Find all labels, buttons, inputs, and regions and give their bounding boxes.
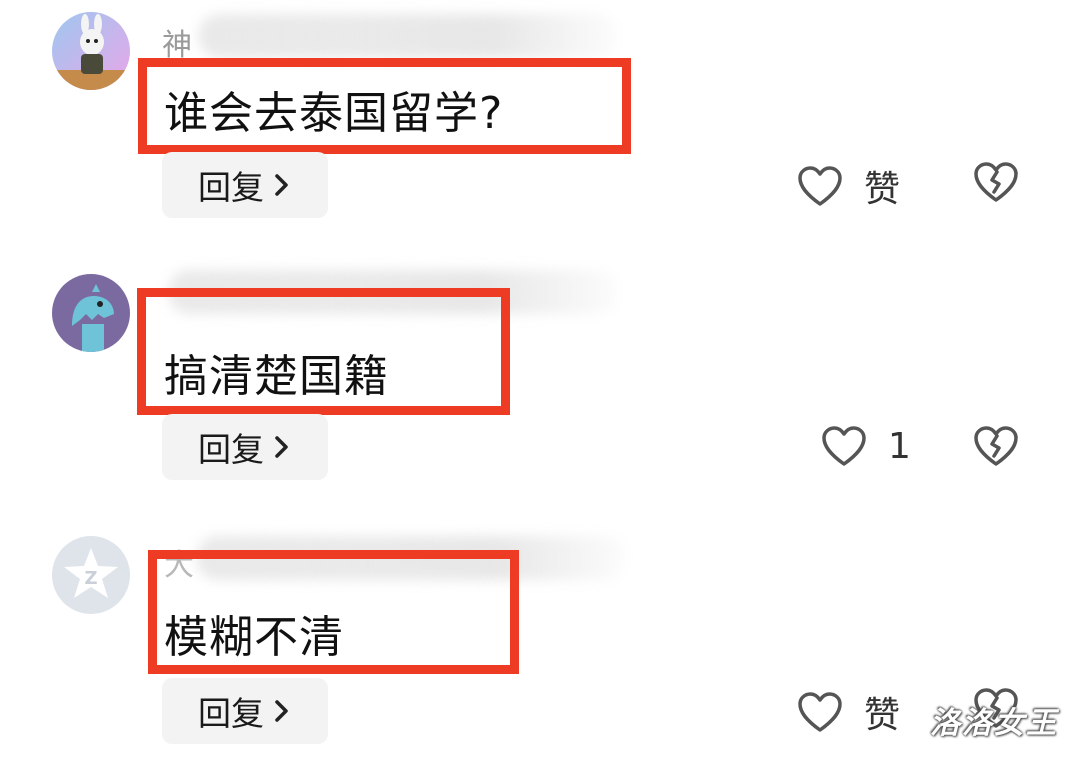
heart-outline-icon bbox=[798, 166, 842, 206]
reply-label: 回复 bbox=[198, 430, 264, 469]
chevron-right-icon bbox=[275, 436, 288, 458]
like-count: 1 bbox=[888, 425, 911, 467]
username-blurred bbox=[198, 14, 618, 58]
svg-text:Z: Z bbox=[84, 568, 97, 589]
avatar[interactable] bbox=[52, 12, 130, 90]
heart-outline-icon bbox=[822, 426, 866, 466]
comment-text: 模糊不清 bbox=[164, 612, 344, 663]
like-button[interactable]: 赞 bbox=[796, 160, 900, 212]
comment-text: 搞清楚国籍 bbox=[164, 351, 389, 402]
reply-label: 回复 bbox=[198, 694, 264, 733]
dislike-button[interactable] bbox=[972, 424, 1020, 468]
like-count: 赞 bbox=[864, 695, 901, 736]
chevron-right-icon bbox=[275, 700, 288, 722]
reply-button[interactable]: 回复 bbox=[162, 152, 328, 218]
comment-text: 谁会去泰国留学? bbox=[164, 88, 504, 139]
reply-button[interactable]: 回复 bbox=[162, 414, 328, 480]
heart-outline-icon bbox=[798, 692, 842, 732]
avatar[interactable] bbox=[52, 274, 130, 352]
like-button[interactable]: 1 bbox=[820, 424, 911, 468]
dislike-button[interactable] bbox=[972, 160, 1020, 204]
broken-heart-icon bbox=[974, 426, 1018, 466]
broken-heart-icon bbox=[974, 162, 1018, 202]
avatar[interactable]: Z bbox=[52, 536, 130, 614]
like-count: 赞 bbox=[864, 169, 901, 210]
reply-button[interactable]: 回复 bbox=[162, 678, 328, 744]
chevron-right-icon bbox=[275, 174, 288, 196]
watermark: 洛洛女王 bbox=[930, 706, 1058, 741]
reply-label: 回复 bbox=[198, 168, 264, 207]
like-button[interactable]: 赞 bbox=[796, 686, 900, 738]
